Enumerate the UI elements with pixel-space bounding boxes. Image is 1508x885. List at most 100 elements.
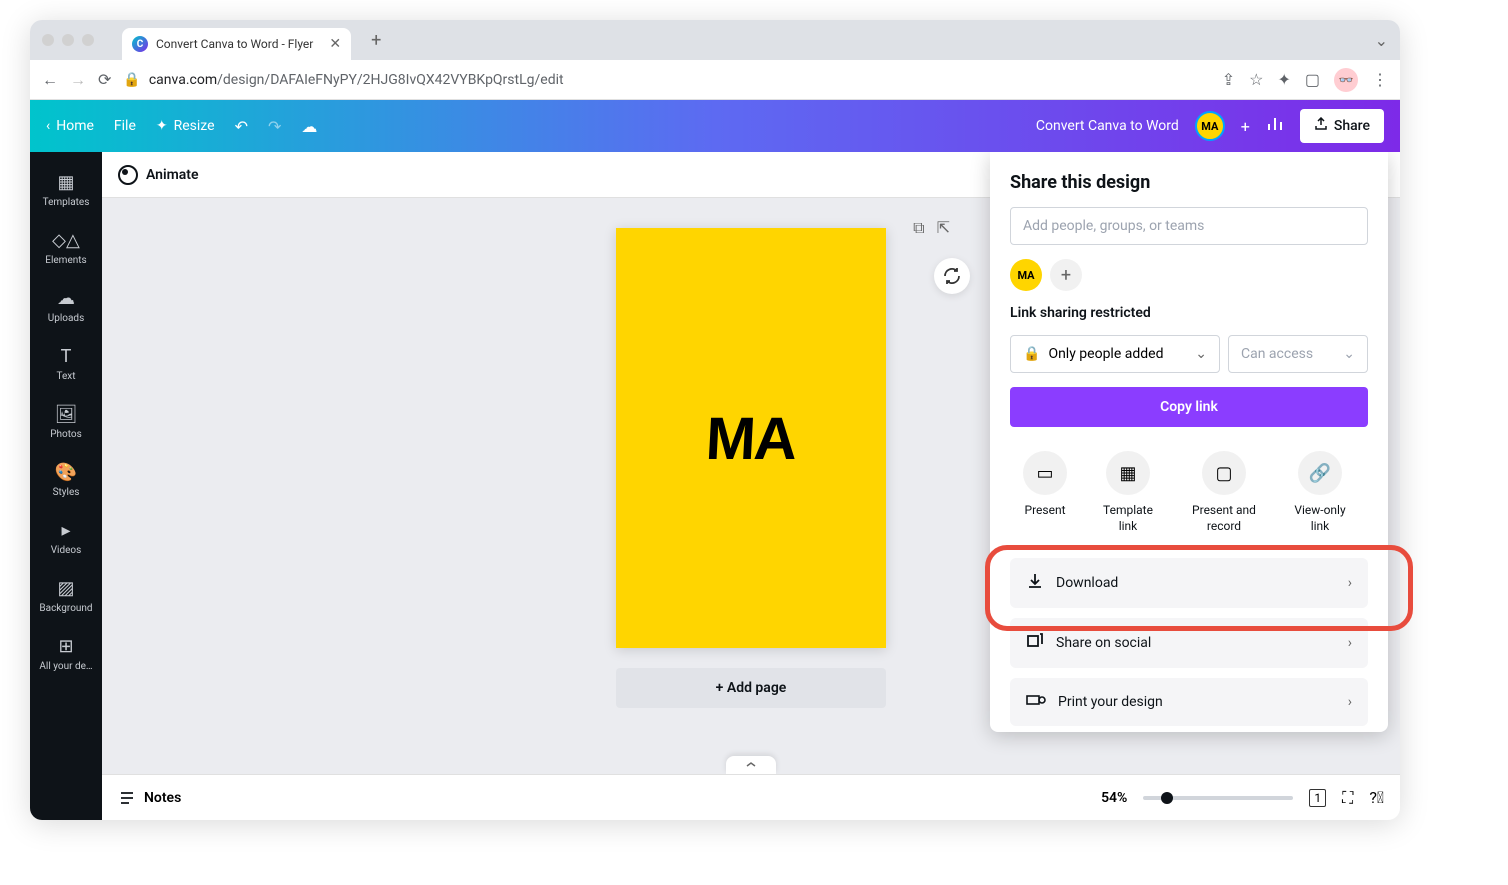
link-restrict-label: Link sharing restricted: [1010, 305, 1368, 321]
photos-icon: 🖼: [55, 404, 78, 425]
option-label: Template link: [1093, 503, 1163, 534]
url-host: canva.com: [149, 72, 217, 88]
bookmark-icon[interactable]: ☆: [1249, 70, 1263, 89]
link-access-select[interactable]: 🔒 Only people added ⌄: [1010, 335, 1220, 373]
redo-button[interactable]: ↷: [268, 117, 281, 136]
apps-icon: ⊞: [58, 636, 73, 657]
maximize-window-button[interactable]: [82, 34, 94, 46]
action-list: Download › Share on social ›: [1010, 558, 1368, 726]
sidebar-item-templates[interactable]: ▦ Templates: [30, 164, 102, 216]
zoom-level[interactable]: 54%: [1101, 790, 1127, 806]
close-tab-icon[interactable]: ✕: [329, 36, 341, 52]
select-value: Can access: [1241, 346, 1313, 362]
sidebar-item-all-designs[interactable]: ⊞ All your de…: [30, 628, 102, 680]
add-member-button[interactable]: +: [1241, 117, 1250, 136]
canva-favicon: C: [132, 36, 148, 52]
minimize-window-button[interactable]: [62, 34, 74, 46]
action-label: Share on social: [1056, 635, 1151, 651]
text-icon: T: [61, 346, 72, 367]
tab-dropdown-icon[interactable]: ⌄: [1375, 31, 1388, 50]
chevron-right-icon: ›: [1348, 694, 1352, 710]
sidebar-item-videos[interactable]: ▸ Videos: [30, 512, 102, 564]
home-link[interactable]: ‹ Home: [46, 118, 94, 134]
back-button[interactable]: ←: [42, 70, 58, 90]
add-page-button[interactable]: + Add page: [616, 668, 886, 708]
shared-user-avatar[interactable]: MA: [1010, 259, 1042, 291]
url-path: /design/DAFAIeFNyPY/2HJG8IvQX42VYBKpQrst…: [217, 72, 564, 88]
select-value: Only people added: [1048, 346, 1163, 362]
people-row: MA +: [1010, 259, 1368, 291]
duplicate-page-icon[interactable]: ⧉: [913, 218, 924, 238]
design-canvas[interactable]: MA: [616, 228, 886, 648]
profile-avatar[interactable]: 👓: [1334, 68, 1358, 92]
lock-icon: 🔒: [1023, 346, 1040, 362]
link-icon: 🔗: [1298, 451, 1342, 495]
browser-window: C Convert Canva to Word - Flyer ✕ + ⌄ ← …: [30, 20, 1400, 820]
url-bar[interactable]: 🔒 canva.com/design/DAFAIeFNyPY/2HJG8IvQX…: [123, 72, 1209, 88]
browser-tab[interactable]: C Convert Canva to Word - Flyer ✕: [122, 28, 351, 60]
templates-icon: ▦: [57, 172, 74, 193]
share-icon[interactable]: ⇪: [1222, 70, 1235, 89]
present-record-option[interactable]: ▢ Present and record: [1189, 451, 1259, 534]
sidebar-label: Text: [56, 371, 75, 382]
sidebar-item-styles[interactable]: 🎨 Styles: [30, 454, 102, 506]
permission-select[interactable]: Can access ⌄: [1228, 335, 1368, 373]
uploads-icon: ☁: [57, 288, 75, 309]
sidebar-item-elements[interactable]: ◇△ Elements: [30, 222, 102, 274]
sidebar-item-uploads[interactable]: ☁ Uploads: [30, 280, 102, 332]
action-label: Download: [1056, 575, 1118, 591]
download-action[interactable]: Download ›: [1010, 558, 1368, 608]
videos-icon: ▸: [61, 520, 70, 541]
fullscreen-icon[interactable]: ⛶: [1342, 788, 1353, 808]
add-person-button[interactable]: +: [1050, 259, 1082, 291]
reload-button[interactable]: ⟳: [98, 70, 111, 89]
notes-button[interactable]: Notes: [118, 789, 181, 807]
background-icon: ▨: [57, 578, 74, 599]
undo-button[interactable]: ↶: [235, 117, 248, 136]
refresh-design-button[interactable]: [934, 258, 970, 294]
sidebar-item-text[interactable]: T Text: [30, 338, 102, 390]
insights-icon[interactable]: [1266, 115, 1284, 137]
template-icon: ▦: [1106, 451, 1150, 495]
add-people-input[interactable]: Add people, groups, or teams: [1010, 207, 1368, 245]
sidepanel-icon[interactable]: ▢: [1305, 70, 1320, 89]
cloud-sync-icon[interactable]: ☁: [301, 117, 317, 136]
sidebar: ▦ Templates ◇△ Elements ☁ Uploads T Text…: [30, 152, 102, 820]
document-title[interactable]: Convert Canva to Word: [1036, 118, 1179, 134]
menu-icon[interactable]: ⋮: [1372, 70, 1388, 89]
copy-link-button[interactable]: Copy link: [1010, 387, 1368, 427]
share-social-action[interactable]: Share on social ›: [1010, 618, 1368, 668]
sidebar-item-photos[interactable]: 🖼 Photos: [30, 396, 102, 448]
extensions-icon[interactable]: ✦: [1277, 70, 1290, 89]
sidebar-item-background[interactable]: ▨ Background: [30, 570, 102, 622]
editor: Animate ⧉ ⇱ MA + Add page: [102, 152, 1400, 820]
forward-button[interactable]: →: [70, 70, 86, 90]
present-option[interactable]: ▭ Present: [1023, 451, 1067, 534]
resize-icon: ✦: [156, 118, 168, 134]
animate-label: Animate: [146, 167, 199, 183]
external-link-icon[interactable]: ⇱: [937, 218, 950, 238]
template-link-option[interactable]: ▦ Template link: [1093, 451, 1163, 534]
sidebar-label: Photos: [50, 429, 82, 440]
resize-button[interactable]: ✦ Resize: [156, 118, 215, 134]
new-tab-button[interactable]: +: [371, 30, 381, 51]
print-action[interactable]: Print your design ›: [1010, 678, 1368, 726]
help-icon[interactable]: ?⃝: [1369, 788, 1384, 807]
file-menu[interactable]: File: [114, 118, 136, 134]
styles-icon: 🎨: [55, 462, 77, 483]
social-icon: [1026, 632, 1044, 654]
expand-pages-tab[interactable]: [726, 756, 776, 774]
page-count-indicator[interactable]: 1: [1309, 789, 1326, 807]
sidebar-label: Styles: [53, 487, 80, 498]
action-label: Print your design: [1058, 694, 1163, 710]
animate-button[interactable]: Animate: [118, 165, 199, 185]
view-only-link-option[interactable]: 🔗 View-only link: [1285, 451, 1355, 534]
lock-icon: 🔒: [123, 72, 140, 88]
close-window-button[interactable]: [42, 34, 54, 46]
sidebar-label: Elements: [45, 255, 86, 266]
option-label: Present: [1025, 503, 1066, 519]
browser-toolbar: ← → ⟳ 🔒 canva.com/design/DAFAIeFNyPY/2HJ…: [30, 60, 1400, 100]
user-avatar[interactable]: MA: [1195, 111, 1225, 141]
share-button[interactable]: Share: [1300, 109, 1384, 143]
zoom-slider[interactable]: [1143, 796, 1293, 800]
